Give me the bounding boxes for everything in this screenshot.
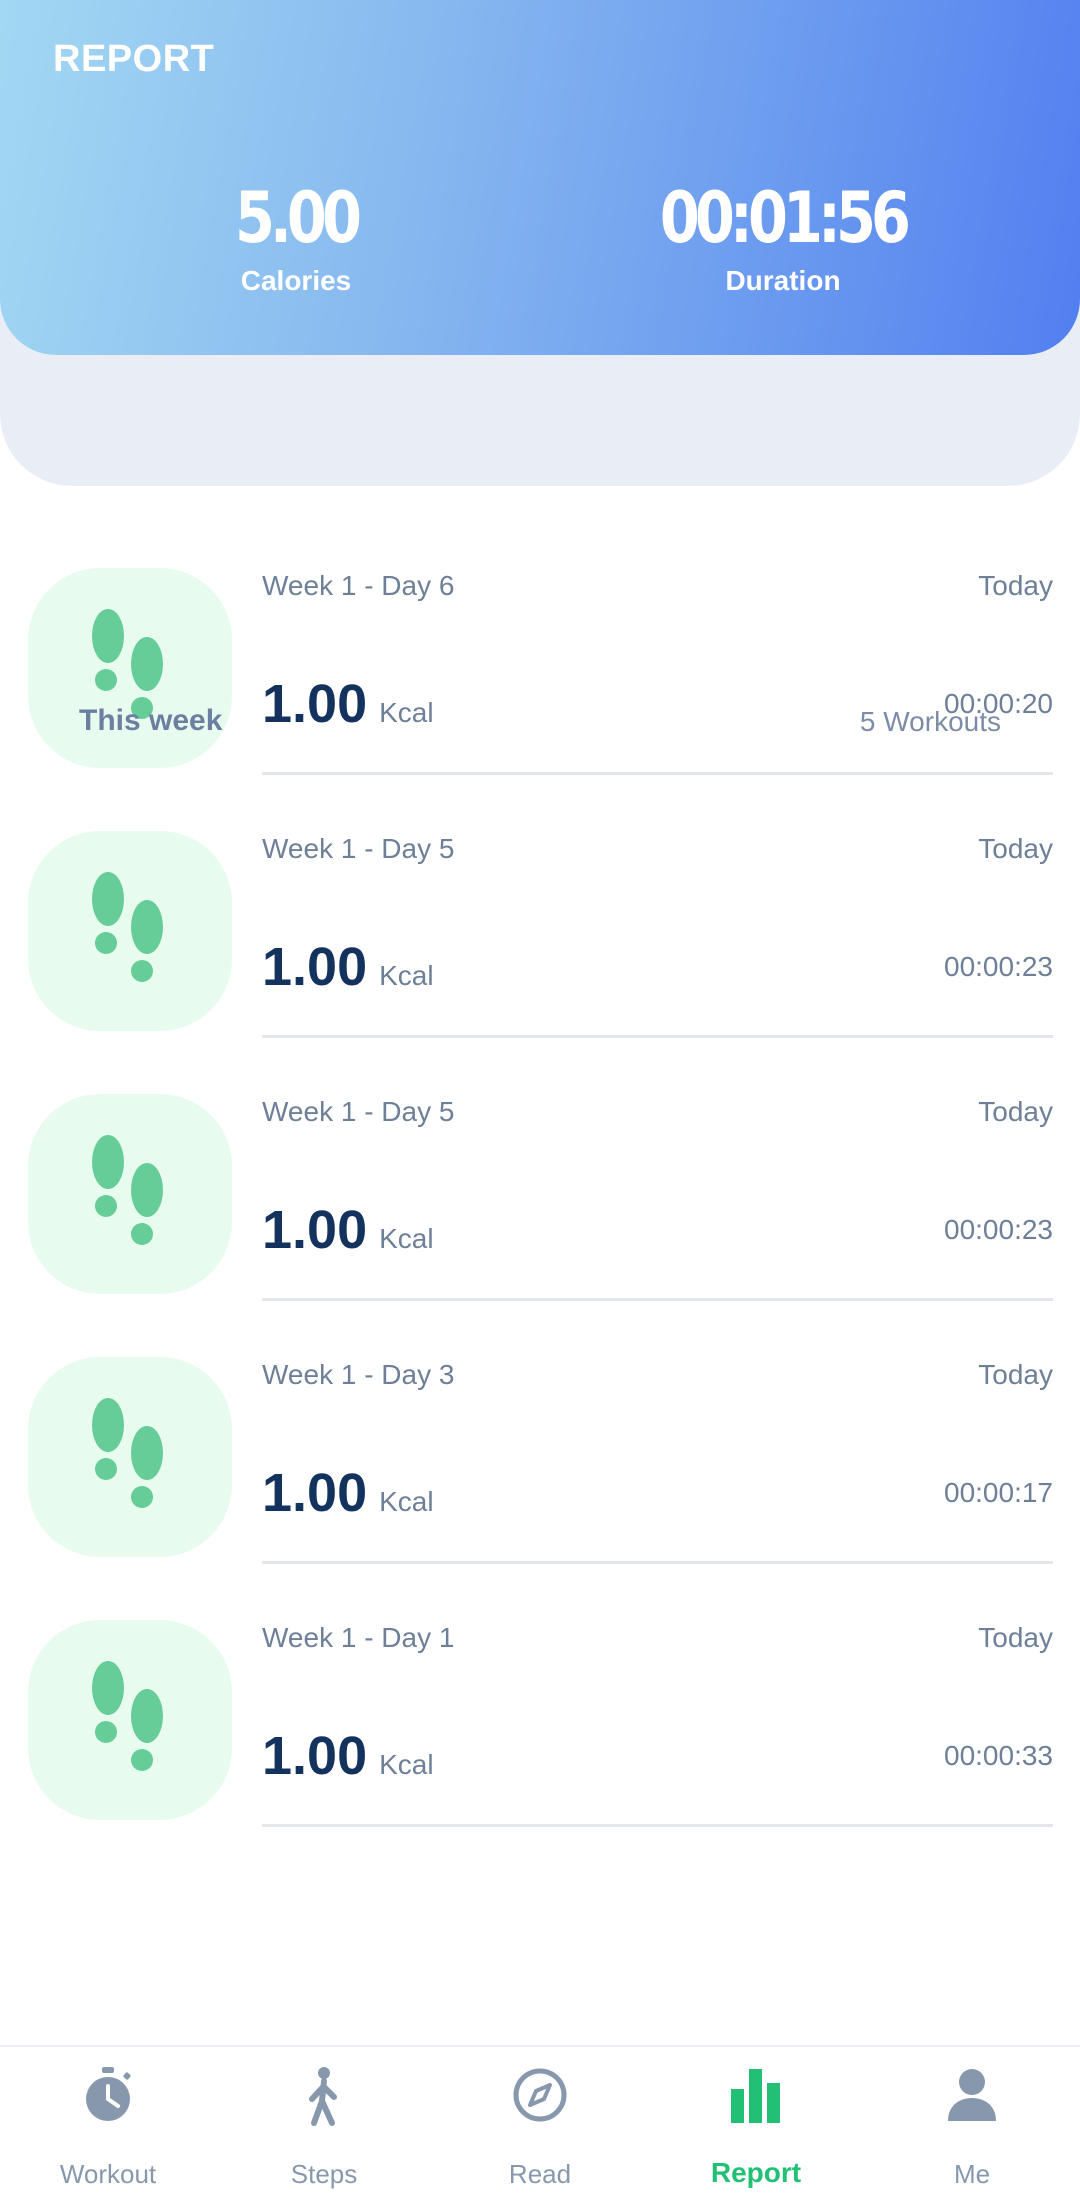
workout-row[interactable]: Week 1 - Day 6 Today 1.00 Kcal 00:00:20 xyxy=(0,558,1080,821)
workout-thumbnail xyxy=(28,1620,232,1820)
workout-kcal-unit: Kcal xyxy=(379,960,434,991)
duration-label: Duration xyxy=(725,265,841,296)
footprints-icon xyxy=(92,872,163,982)
workout-kcal-unit: Kcal xyxy=(379,1223,434,1254)
nav-label-report: Report xyxy=(710,2157,802,2188)
workout-title: Week 1 - Day 3 xyxy=(262,1359,455,1390)
workout-thumbnail xyxy=(28,831,232,1031)
workout-row[interactable]: Week 1 - Day 5 Today 1.00 Kcal 00:00:23 xyxy=(0,1084,1080,1347)
week-workout-count: 5 Workouts xyxy=(859,706,1001,737)
workout-list: Week 1 - Day 6 Today 1.00 Kcal 00:00:20 W… xyxy=(0,558,1080,1873)
page-title: REPORT xyxy=(53,38,215,80)
nav-item-steps[interactable]: Steps xyxy=(216,2047,432,2198)
walking-person-icon xyxy=(309,2067,337,2126)
footprints-icon xyxy=(92,1398,163,1508)
workout-row[interactable]: Week 1 - Day 1 Today 1.00 Kcal 00:00:33 xyxy=(0,1610,1080,1873)
workout-kcal-value: 1.00 xyxy=(262,674,368,734)
workout-kcal-unit: Kcal xyxy=(379,1749,434,1780)
calories-value: 5.00 xyxy=(235,177,362,259)
footprints-icon xyxy=(92,1135,163,1245)
workout-date: Today xyxy=(978,1622,1053,1653)
workout-row[interactable]: Week 1 - Day 3 Today 1.00 Kcal 00:00:17 xyxy=(0,1347,1080,1610)
workout-kcal-unit: Kcal xyxy=(379,1486,434,1517)
workout-date: Today xyxy=(978,833,1053,864)
workout-title: Week 1 - Day 6 xyxy=(262,570,455,601)
duration-stat: 00:01:56 Duration xyxy=(583,175,983,297)
calories-stat: 5.00 Calories xyxy=(96,175,496,297)
workout-date: Today xyxy=(978,1096,1053,1127)
workout-duration: 00:00:33 xyxy=(944,1740,1053,1771)
nav-label-read: Read xyxy=(508,2159,572,2189)
workout-duration: 00:00:23 xyxy=(944,1214,1053,1245)
workout-kcal-unit: Kcal xyxy=(379,697,434,728)
workout-date: Today xyxy=(978,1359,1053,1390)
bar-chart-icon xyxy=(731,2069,780,2123)
workout-duration: 00:00:17 xyxy=(944,1477,1053,1508)
workout-kcal-value: 1.00 xyxy=(262,1463,368,1523)
workout-kcal-value: 1.00 xyxy=(262,937,368,997)
workout-thumbnail xyxy=(28,1357,232,1557)
workout-duration: 00:00:23 xyxy=(944,951,1053,982)
workout-thumbnail xyxy=(28,1094,232,1294)
row-divider xyxy=(262,1824,1053,1827)
nav-label-me: Me xyxy=(953,2159,991,2189)
stopwatch-icon xyxy=(86,2067,131,2121)
nav-label-workout: Workout xyxy=(59,2159,157,2189)
workout-calories: 1.00 Kcal xyxy=(262,1725,434,1787)
nav-item-report[interactable]: Report xyxy=(648,2047,864,2198)
workout-thumbnail xyxy=(28,568,232,768)
workout-calories: 1.00 Kcal xyxy=(262,1199,434,1261)
workout-kcal-value: 1.00 xyxy=(262,1200,368,1260)
report-header: REPORT 5.00 Calories 00:01:56 Duration xyxy=(0,0,1080,355)
compass-icon xyxy=(513,2068,567,2122)
workout-row[interactable]: Week 1 - Day 5 Today 1.00 Kcal 00:00:23 xyxy=(0,821,1080,1084)
row-divider xyxy=(262,1035,1053,1038)
workout-title: Week 1 - Day 5 xyxy=(262,1096,455,1127)
footprints-icon xyxy=(92,1661,163,1771)
row-divider xyxy=(262,772,1053,775)
workout-calories: 1.00 Kcal xyxy=(262,936,434,998)
row-divider xyxy=(262,1298,1053,1301)
bottom-nav: Workout Steps Read Report Me xyxy=(0,2045,1080,2198)
nav-item-me[interactable]: Me xyxy=(864,2047,1080,2198)
workout-title: Week 1 - Day 1 xyxy=(262,1622,455,1653)
workout-calories: 1.00 Kcal xyxy=(262,673,434,735)
workout-title: Week 1 - Day 5 xyxy=(262,833,455,864)
duration-value: 00:01:56 xyxy=(659,177,911,259)
week-period-label: This week xyxy=(79,704,223,737)
workout-kcal-value: 1.00 xyxy=(262,1726,368,1786)
row-divider xyxy=(262,1561,1053,1564)
calories-label: Calories xyxy=(240,265,352,296)
nav-item-read[interactable]: Read xyxy=(432,2047,648,2198)
nav-item-workout[interactable]: Workout xyxy=(0,2047,216,2198)
workout-calories: 1.00 Kcal xyxy=(262,1462,434,1524)
workout-date: Today xyxy=(978,570,1053,601)
person-icon xyxy=(948,2069,996,2121)
nav-label-steps: Steps xyxy=(290,2159,358,2189)
